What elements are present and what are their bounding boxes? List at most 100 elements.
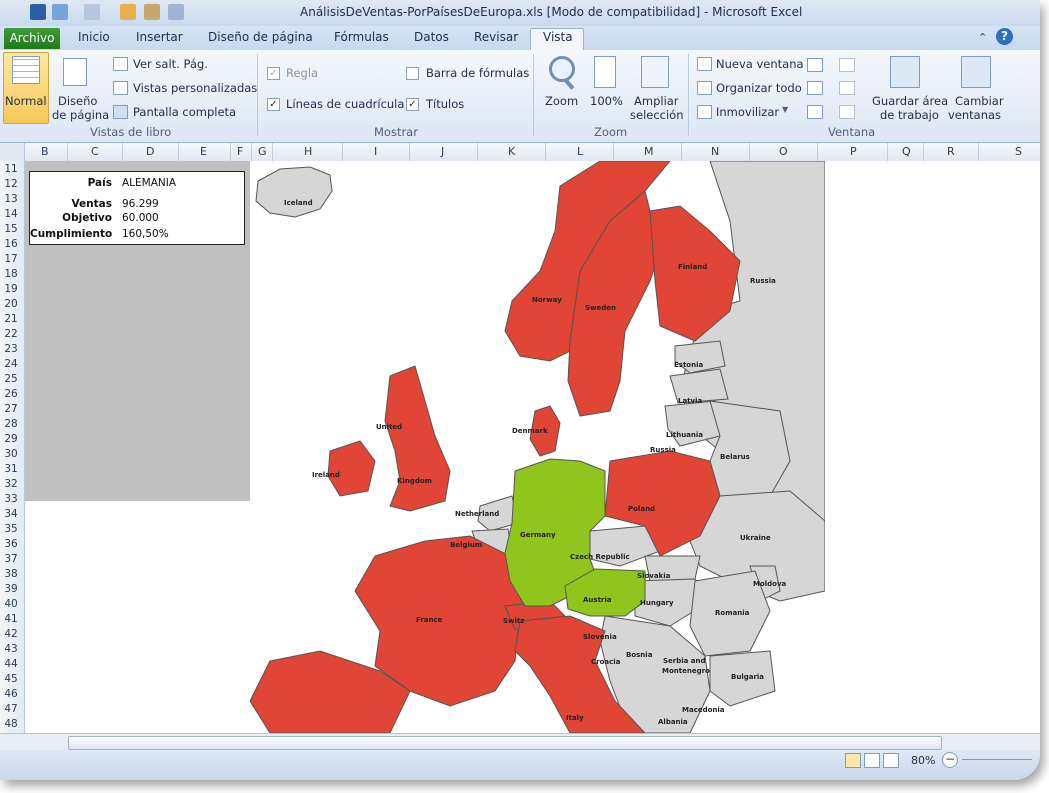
zoom-out-icon[interactable]: − (942, 752, 958, 768)
reset-position-icon[interactable] (839, 105, 855, 119)
redo-icon[interactable] (84, 4, 100, 20)
ventas-value[interactable]: 96.299 (122, 198, 159, 210)
horizontal-scrollbar[interactable] (0, 733, 1040, 751)
switch-windows-icon[interactable] (961, 56, 991, 88)
row-number[interactable]: 22 (0, 328, 22, 340)
new-window-icon[interactable] (697, 57, 712, 71)
ver-salt-button[interactable]: Ver salt. Pág. (133, 57, 208, 71)
row-number[interactable]: 48 (0, 718, 22, 730)
row-number[interactable]: 16 (0, 238, 22, 250)
save-workspace-icon[interactable] (890, 56, 920, 88)
row-number[interactable]: 24 (0, 358, 22, 370)
full-screen-icon[interactable] (113, 105, 128, 119)
row-number[interactable]: 19 (0, 283, 22, 295)
column-d[interactable]: D (146, 145, 154, 158)
column-p[interactable]: P (850, 145, 857, 158)
worksheet[interactable]: País ALEMANIA Ventas 96.299 Objetivo 60.… (25, 161, 1040, 733)
zoom-100-icon[interactable] (594, 56, 616, 88)
split-icon[interactable] (807, 58, 823, 72)
row-number[interactable]: 46 (0, 688, 22, 700)
organizar-todo-button[interactable]: Organizar todo (716, 81, 802, 95)
zoom-level[interactable]: 80% (911, 754, 935, 767)
pais-value[interactable]: ALEMANIA (122, 177, 176, 189)
inmovilizar-button[interactable]: Inmovilizar (716, 105, 779, 119)
row-number[interactable]: 40 (0, 598, 22, 610)
row-number[interactable]: 36 (0, 538, 22, 550)
column-o[interactable]: O (779, 145, 788, 158)
column-f[interactable]: F (237, 145, 243, 158)
row-number[interactable]: 47 (0, 703, 22, 715)
page-break-icon[interactable] (113, 57, 128, 71)
ampliar-label-2[interactable]: selección (630, 108, 684, 122)
row-number[interactable]: 34 (0, 508, 22, 520)
custom-views-icon[interactable] (113, 81, 128, 95)
row-number[interactable]: 25 (0, 373, 22, 385)
tab-archivo[interactable]: Archivo (4, 28, 60, 49)
vistas-personalizadas-button[interactable]: Vistas personalizadas (133, 81, 257, 95)
titulos-checkbox[interactable]: ✓ (406, 98, 419, 111)
column-m[interactable]: M (644, 145, 654, 158)
row-number[interactable]: 23 (0, 343, 22, 355)
barra-formulas-checkbox[interactable] (406, 67, 419, 80)
page-layout-status-icon[interactable] (864, 753, 880, 768)
side-by-side-icon[interactable] (839, 58, 855, 72)
column-r[interactable]: R (947, 145, 955, 158)
column-n[interactable]: N (711, 145, 719, 158)
row-number[interactable]: 27 (0, 403, 22, 415)
guardar-area-label-1[interactable]: Guardar área (872, 94, 948, 108)
diseno-label-2[interactable]: de página (52, 108, 109, 122)
regla-checkbox[interactable]: ✓ (267, 67, 280, 80)
row-number[interactable]: 28 (0, 418, 22, 430)
row-number[interactable]: 37 (0, 553, 22, 565)
row-number[interactable]: 26 (0, 388, 22, 400)
guardar-area-label-2[interactable]: de trabajo (880, 108, 939, 122)
nueva-ventana-button[interactable]: Nueva ventana (716, 57, 804, 71)
row-number[interactable]: 35 (0, 523, 22, 535)
tab-datos[interactable]: Datos (414, 30, 449, 44)
hide-icon[interactable] (807, 81, 823, 95)
row-number[interactable]: 18 (0, 268, 22, 280)
zoom-100-button[interactable]: 100% (590, 94, 623, 108)
column-b[interactable]: B (41, 145, 49, 158)
cambiar-label-2[interactable]: ventanas (948, 108, 1001, 122)
freeze-panes-icon[interactable] (697, 105, 712, 119)
row-number[interactable]: 11 (0, 163, 22, 175)
column-l[interactable]: L (577, 145, 583, 158)
column-e[interactable]: E (200, 145, 207, 158)
excel-logo-icon[interactable] (30, 4, 46, 20)
row-number[interactable]: 39 (0, 583, 22, 595)
ampliar-label-1[interactable]: Ampliar (634, 94, 679, 108)
normal-view-status-icon[interactable] (845, 753, 861, 768)
scrollbar-thumb[interactable] (68, 736, 942, 750)
row-number[interactable]: 13 (0, 193, 22, 205)
zoom-selection-icon[interactable] (641, 56, 669, 88)
chevron-down-icon[interactable]: ▼ (782, 105, 788, 114)
sync-scroll-icon[interactable] (839, 81, 855, 95)
chart-icon[interactable] (120, 4, 136, 20)
arrange-all-icon[interactable] (697, 81, 712, 95)
row-number[interactable]: 43 (0, 643, 22, 655)
column-q[interactable]: Q (902, 145, 911, 158)
column-j[interactable]: J (441, 145, 444, 158)
select-all-corner[interactable] (0, 143, 25, 161)
column-c[interactable]: C (91, 145, 99, 158)
row-number[interactable]: 44 (0, 658, 22, 670)
row-number[interactable]: 30 (0, 448, 22, 460)
zoom-slider[interactable] (962, 759, 1032, 760)
cumplimiento-value[interactable]: 160,50% (122, 228, 169, 240)
row-number[interactable]: 21 (0, 313, 22, 325)
tools-icon[interactable] (144, 4, 160, 20)
unhide-icon[interactable] (807, 105, 823, 119)
zoom-button[interactable]: Zoom (545, 94, 578, 108)
cambiar-label-1[interactable]: Cambiar (955, 94, 1004, 108)
tab-diseno[interactable]: Diseño de página (208, 30, 313, 44)
column-i[interactable]: I (374, 145, 377, 158)
row-number[interactable]: 14 (0, 208, 22, 220)
column-g[interactable]: G (258, 145, 267, 158)
tab-revisar[interactable]: Revisar (474, 30, 518, 44)
tab-inicio[interactable]: Inicio (78, 30, 110, 44)
lineas-cuadricula-checkbox[interactable]: ✓ (267, 98, 280, 111)
row-number[interactable]: 41 (0, 613, 22, 625)
row-number[interactable]: 17 (0, 253, 22, 265)
help-icon[interactable]: ? (996, 28, 1013, 45)
